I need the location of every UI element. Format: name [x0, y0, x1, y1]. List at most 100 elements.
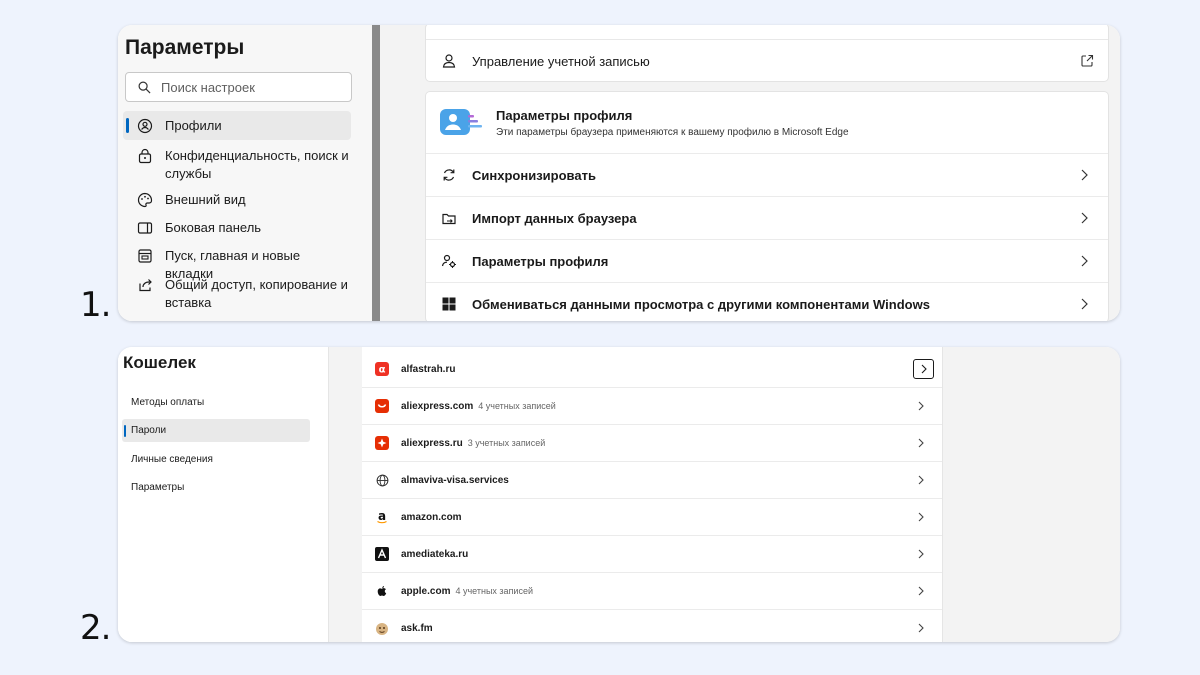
profile-card-title: Параметры профиля — [496, 108, 633, 123]
chevron-right-icon — [918, 475, 924, 485]
settings-title: Параметры — [125, 36, 245, 59]
site-account-count: 3 учетных записей — [467, 438, 546, 448]
site-domain: amediateka.ru — [401, 548, 469, 560]
chevron-right-icon — [1081, 212, 1088, 224]
row-label: Импорт данных браузера — [472, 210, 637, 226]
wallet-nav-personal-info[interactable]: Личные сведения — [122, 448, 310, 471]
nav-label: Общий доступ, копирование и вставка — [165, 277, 348, 310]
row-label: Обмениваться данными просмотра с другими… — [472, 296, 930, 312]
home-tab-icon — [138, 249, 152, 263]
profile-avatar-icon — [440, 107, 484, 137]
apple-icon — [375, 584, 389, 598]
profile-settings-icon — [441, 254, 456, 268]
wallet-nav-label: Параметры — [131, 482, 185, 493]
chevron-right-icon — [918, 549, 924, 559]
svg-text:α: α — [379, 365, 386, 376]
share-icon — [139, 279, 152, 292]
nav-label: Профили — [165, 117, 222, 133]
nav-item-share-copy[interactable]: Общий доступ, копирование и вставка — [123, 276, 351, 312]
password-row-apple[interactable]: apple.com 4 учетных записей — [362, 573, 942, 610]
sync-icon — [443, 169, 455, 181]
globe-icon — [375, 473, 389, 487]
settings-search-box[interactable] — [125, 72, 352, 102]
password-list: α alfastrah.ru aliexpress.com 4 учетных … — [362, 347, 943, 642]
password-row-askfm[interactable]: ask.fm — [362, 610, 942, 642]
wallet-nav-passwords[interactable]: Пароли — [122, 419, 310, 442]
row-windows-share[interactable]: Обмениваться данными просмотра с другими… — [426, 282, 1108, 321]
wallet-detail-pane — [943, 347, 1120, 642]
manage-account-label: Управление учетной записью — [472, 53, 650, 69]
settings-search-input[interactable] — [161, 79, 341, 95]
palette-icon — [137, 192, 153, 208]
amazon-icon: a — [375, 510, 389, 524]
manage-account-row[interactable]: Управление учетной записью — [426, 39, 1108, 82]
panel-splitter[interactable] — [372, 25, 380, 321]
aliexpress-icon — [375, 399, 389, 413]
sidebar-icon — [137, 222, 153, 234]
wallet-gutter — [329, 347, 362, 642]
step-number-2: 2. — [80, 608, 111, 648]
open-entry-button[interactable] — [913, 359, 934, 379]
password-row-alfastrah[interactable]: α alfastrah.ru — [362, 351, 942, 388]
site-domain: ask.fm — [401, 623, 433, 634]
wallet-sidebar: Кошелек Методы оплаты Пароли Личные свед… — [118, 347, 329, 642]
wallet-title: Кошелек — [123, 353, 196, 372]
password-row-almaviva[interactable]: almaviva-visa.services — [362, 462, 942, 499]
external-link-icon[interactable] — [1080, 54, 1094, 68]
password-row-aliexpress-ru[interactable]: aliexpress.ru 3 учетных записей — [362, 425, 942, 462]
chevron-right-icon — [1081, 255, 1088, 267]
site-domain: almaviva-visa.services — [401, 474, 509, 486]
chevron-right-icon — [918, 586, 924, 596]
settings-content: Управление учетной записью Параметры про… — [380, 25, 1120, 321]
chevron-right-icon — [918, 512, 924, 522]
import-icon — [442, 213, 456, 225]
nav-item-sidebar[interactable]: Боковая панель — [123, 219, 351, 237]
chevron-right-icon — [1081, 169, 1088, 181]
alfa-icon: α — [375, 362, 389, 376]
site-account-count: 4 учетных записей — [478, 401, 556, 411]
profile-settings-card: Параметры профиля Эти параметры браузера… — [425, 91, 1109, 321]
chevron-right-icon — [918, 623, 924, 633]
wallet-nav-payment-methods[interactable]: Методы оплаты — [122, 391, 310, 414]
askfm-icon — [375, 622, 389, 636]
wallet-nav-settings[interactable]: Параметры — [122, 476, 310, 499]
row-sync[interactable]: Синхронизировать — [426, 153, 1108, 196]
settings-window: Параметры Профили Конфиденциальность, по… — [118, 25, 1120, 321]
chevron-right-icon — [1081, 298, 1088, 310]
wallet-nav-label: Пароли — [131, 425, 167, 436]
step-number-1: 1. — [80, 285, 111, 325]
nav-item-profiles[interactable]: Профили — [123, 111, 351, 140]
row-label: Параметры профиля — [472, 253, 609, 269]
nav-label: Внешний вид — [165, 192, 246, 207]
svg-text:a: a — [378, 510, 386, 523]
settings-sidebar: Параметры Профили Конфиденциальность, по… — [118, 25, 372, 321]
site-domain: amazon.com — [401, 511, 462, 523]
wallet-nav-label: Личные сведения — [131, 454, 213, 465]
site-domain: aliexpress.ru — [401, 437, 463, 449]
row-label: Синхронизировать — [472, 167, 596, 183]
profile-icon — [137, 118, 153, 134]
wallet-nav-label: Методы оплаты — [131, 397, 205, 408]
search-icon — [138, 81, 151, 93]
amediateka-icon — [375, 547, 389, 561]
chevron-right-icon — [918, 438, 924, 448]
person-icon — [442, 54, 456, 68]
nav-label: Боковая панель — [165, 220, 262, 235]
row-import[interactable]: Импорт данных браузера — [426, 196, 1108, 239]
site-domain: aliexpress.com — [401, 400, 474, 412]
chevron-right-icon — [918, 401, 924, 411]
row-profile-settings[interactable]: Параметры профиля — [426, 239, 1108, 282]
site-domain: apple.com — [401, 585, 451, 597]
profile-card-subtitle: Эти параметры браузера применяются к ваш… — [496, 127, 849, 138]
password-row-amediateka[interactable]: amediateka.ru — [362, 536, 942, 573]
chevron-right-icon — [921, 364, 927, 374]
manage-account-card: Управление учетной записью — [425, 25, 1109, 82]
windows-icon — [442, 297, 456, 311]
aliexpress-ru-icon — [375, 436, 389, 450]
password-row-aliexpress-com[interactable]: aliexpress.com 4 учетных записей — [362, 388, 942, 425]
site-domain: alfastrah.ru — [401, 363, 456, 375]
wallet-window: Кошелек Методы оплаты Пароли Личные свед… — [118, 347, 1120, 642]
nav-item-appearance[interactable]: Внешний вид — [123, 191, 351, 209]
nav-item-privacy[interactable]: Конфиденциальность, поиск и службы — [123, 147, 351, 183]
password-row-amazon[interactable]: a amazon.com — [362, 499, 942, 536]
